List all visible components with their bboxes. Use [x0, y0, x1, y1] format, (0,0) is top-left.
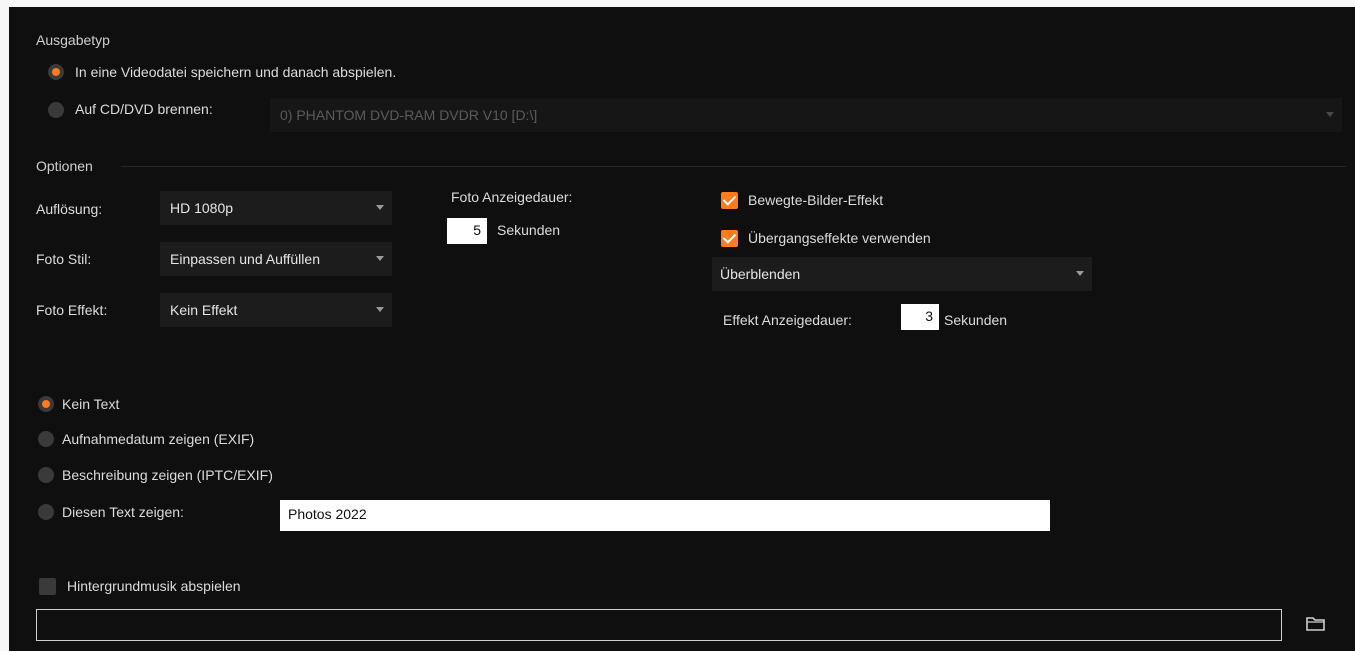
burn-disc-label[interactable]: Auf CD/DVD brennen:: [75, 101, 213, 117]
chevron-down-icon: [376, 307, 384, 312]
no-text-label[interactable]: Kein Text: [62, 396, 119, 412]
background-music-checkbox[interactable]: [39, 578, 56, 595]
show-description-label[interactable]: Beschreibung zeigen (IPTC/EXIF): [62, 467, 273, 483]
photo-effect-select-value: Kein Effekt: [170, 302, 238, 318]
effect-duration-unit: Sekunden: [944, 312, 1008, 328]
custom-text-input[interactable]: Photos 2022: [280, 500, 1050, 531]
show-description-radio[interactable]: [38, 467, 54, 483]
drive-select[interactable]: 0) PHANTOM DVD-RAM DVDR V10 [D:\]: [270, 98, 1342, 132]
show-date-label[interactable]: Aufnahmedatum zeigen (EXIF): [62, 431, 254, 447]
options-title: Optionen: [36, 158, 93, 174]
chevron-down-icon: [1326, 112, 1334, 117]
show-date-radio[interactable]: [38, 431, 54, 447]
folder-icon[interactable]: [1305, 615, 1327, 633]
photo-style-label: Foto Stil:: [36, 251, 92, 267]
photo-duration-input[interactable]: 5: [447, 218, 487, 244]
effect-duration-label: Effekt Anzeigedauer:: [723, 312, 852, 328]
photo-duration-unit: Sekunden: [497, 222, 561, 238]
save-video-radio[interactable]: [48, 64, 64, 80]
transition-checkbox[interactable]: [721, 230, 738, 247]
photo-effect-select[interactable]: Kein Effekt: [160, 293, 392, 327]
no-text-radio[interactable]: [38, 396, 54, 412]
chevron-down-icon: [376, 205, 384, 210]
chevron-down-icon: [376, 256, 384, 261]
photo-style-select-value: Einpassen und Auffüllen: [170, 251, 320, 267]
show-custom-radio[interactable]: [38, 504, 54, 520]
background-music-label[interactable]: Hintergrundmusik abspielen: [67, 578, 241, 594]
motion-effect-label[interactable]: Bewegte-Bilder-Effekt: [748, 192, 883, 208]
resolution-select[interactable]: HD 1080p: [160, 191, 392, 225]
transition-select-value: Überblenden: [720, 266, 801, 282]
photo-duration-label: Foto Anzeigedauer:: [451, 189, 573, 205]
save-video-label[interactable]: In eine Videodatei speichern und danach …: [75, 64, 396, 80]
output-type-title: Ausgabetyp: [36, 32, 110, 48]
effect-duration-input[interactable]: 3: [901, 304, 939, 330]
motion-effect-checkbox[interactable]: [721, 192, 738, 209]
burn-disc-radio[interactable]: [48, 102, 64, 118]
music-path-input[interactable]: [36, 609, 1282, 641]
drive-select-value: 0) PHANTOM DVD-RAM DVDR V10 [D:\]: [280, 107, 538, 123]
photo-style-select[interactable]: Einpassen und Auffüllen: [160, 242, 392, 276]
resolution-select-value: HD 1080p: [170, 200, 234, 216]
show-custom-label[interactable]: Diesen Text zeigen:: [62, 504, 184, 520]
options-divider: [121, 166, 1346, 167]
chevron-down-icon: [1076, 271, 1084, 276]
photo-effect-label: Foto Effekt:: [36, 302, 108, 318]
transition-label[interactable]: Übergangseffekte verwenden: [748, 230, 931, 246]
resolution-label: Auflösung:: [36, 201, 103, 217]
transition-select[interactable]: Überblenden: [712, 257, 1092, 291]
